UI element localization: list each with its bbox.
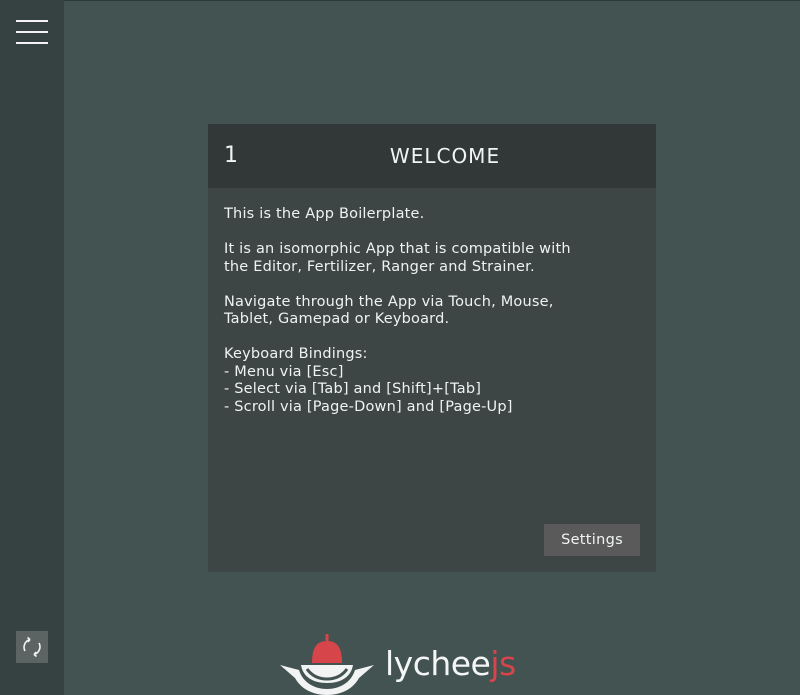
hamburger-menu-icon-bar bbox=[16, 42, 48, 44]
text-line: Navigate through the App via Touch, Mous… bbox=[224, 293, 554, 310]
logo-wordmark: lycheejs bbox=[385, 645, 516, 683]
logo-text-main: lychee bbox=[385, 644, 491, 683]
paragraph-intro: This is the App Boilerplate. bbox=[224, 206, 644, 224]
text-line: Tablet, Gamepad or Keyboard. bbox=[224, 311, 450, 327]
lychee-logo-icon bbox=[280, 634, 374, 695]
sync-icon bbox=[23, 636, 41, 658]
text-line: the Editor, Fertilizer, Ranger and Strai… bbox=[224, 258, 535, 275]
text-line: - Menu via [Esc] bbox=[224, 363, 344, 380]
sidebar bbox=[0, 0, 64, 695]
paragraph-keybindings: Keyboard Bindings: - Menu via [Esc] - Se… bbox=[224, 346, 644, 416]
top-border bbox=[0, 0, 800, 1]
lycheejs-logo: lycheejs bbox=[279, 633, 519, 695]
hamburger-menu-icon-bar bbox=[16, 31, 48, 33]
dialog-body: This is the App Boilerplate. It is an is… bbox=[224, 206, 644, 434]
dialog-header: 1 WELCOME bbox=[208, 124, 656, 188]
text-line: - Select via [Tab] and [Shift]+[Tab] bbox=[224, 381, 482, 397]
sync-button[interactable] bbox=[16, 631, 48, 663]
dialog-title: WELCOME bbox=[389, 144, 501, 168]
text-line: This is the App Boilerplate. bbox=[224, 206, 425, 222]
settings-button[interactable]: Settings bbox=[544, 524, 640, 556]
welcome-dialog: 1 WELCOME This is the App Boilerplate. I… bbox=[208, 124, 656, 572]
logo-text-accent: js bbox=[490, 644, 516, 683]
text-line: It is an isomorphic App that is compatib… bbox=[224, 241, 571, 257]
paragraph-compat: It is an isomorphic App that is compatib… bbox=[224, 241, 644, 276]
hamburger-menu-icon bbox=[16, 20, 48, 22]
paragraph-navigate: Navigate through the App via Touch, Mous… bbox=[224, 294, 644, 329]
text-line: - Scroll via [Page-Down] and [Page-Up] bbox=[224, 398, 513, 415]
text-line: Keyboard Bindings: bbox=[224, 346, 368, 362]
menu-button[interactable] bbox=[16, 20, 48, 46]
